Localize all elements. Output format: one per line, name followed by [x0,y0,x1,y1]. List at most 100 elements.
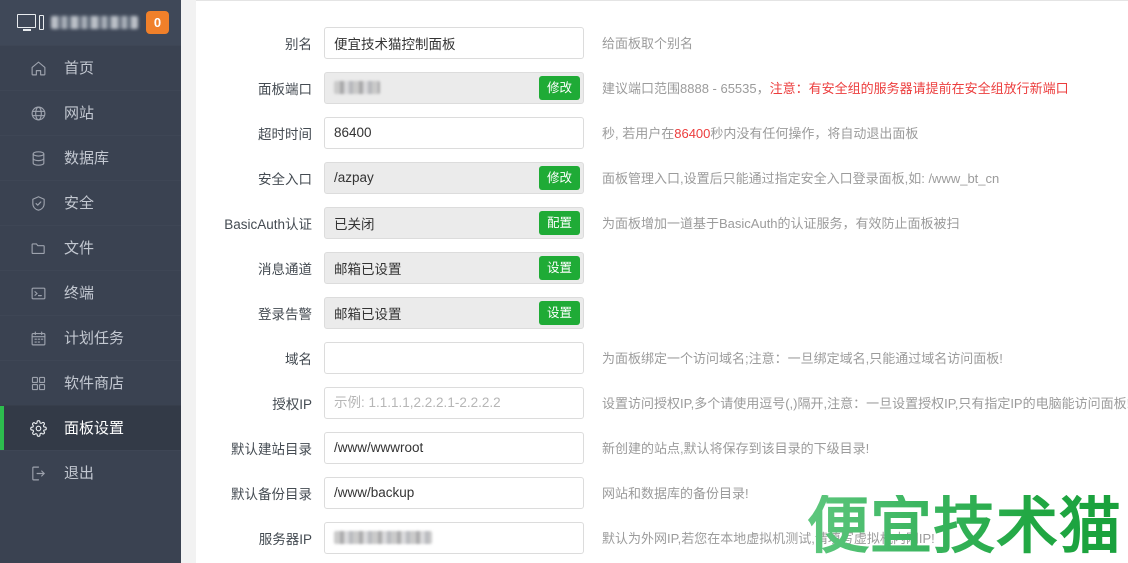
row-help: 秒, 若用户在86400秒内没有任何操作，将自动退出面板 [602,123,918,142]
form-row-message-channel: 消息通道 设置 [196,245,1128,290]
row-help: 建议端口范围8888 - 65535，注意：有安全组的服务器请提前在安全组放行新… [602,78,1069,97]
form-row-server-ip: 服务器IP 默认为外网IP,若您在本地虚拟机测试,请填写虚拟机内网IP! [196,515,1128,560]
monitor-icon [17,13,45,33]
grid-icon [30,375,52,392]
field-wrap [324,476,584,509]
row-label: 消息通道 [258,261,312,277]
row-help: 设置访问授权IP,多个请使用逗号(,)隔开,注意：一旦设置授权IP,只有指定IP… [602,393,1128,412]
row-label: 面板端口 [258,81,312,97]
row-help: 面板管理入口,设置后只能通过指定安全入口登录面板,如: /www_bt_cn [602,168,999,187]
row-label: 服务器IP [258,531,312,547]
form-row-basicauth: BasicAuth认证 配置 为面板增加一道基于BasicAuth的认证服务，有… [196,200,1128,245]
panel-settings-form: 别名 给面板取个别名 面板端口 修改 建议端口范围8888 - 65535，注意… [196,1,1128,560]
sidebar-item-label: 终端 [64,284,95,302]
row-label: 默认建站目录 [231,441,312,457]
field-wrap [324,521,584,554]
settings-content: 别名 给面板取个别名 面板端口 修改 建议端口范围8888 - 65535，注意… [196,0,1128,563]
form-row-default-site-dir: 默认建站目录 新创建的站点,默认将保存到该目录的下级目录! [196,425,1128,470]
row-label: 授权IP [272,396,312,412]
sidebar-item-label: 退出 [64,464,95,482]
sidebar: 0 首页 网站 数据库 安全 文件 终端 计划任务 软件商店 面板设置 退出 [0,0,181,563]
row-label: 安全入口 [258,171,312,187]
sidebar-item-security[interactable]: 安全 [0,180,181,225]
form-row-default-backup-dir: 默认备份目录 网站和数据库的备份目录! [196,470,1128,515]
login-alert-setting-button[interactable]: 设置 [538,300,580,325]
row-label: BasicAuth认证 [224,216,312,232]
help-text: 新创建的站点,默认将保存到该目录的下级目录! [602,441,870,456]
help-text-tail: 秒内没有任何操作，将自动退出面板 [710,126,919,141]
sidebar-item-files[interactable]: 文件 [0,225,181,270]
safe-entrance-modify-button[interactable]: 修改 [538,165,580,190]
row-label: 域名 [285,351,312,367]
form-row-alias: 别名 给面板取个别名 [196,20,1128,65]
sidebar-item-label: 网站 [64,104,95,122]
sidebar-item-label: 数据库 [64,149,110,167]
sidebar-item-label: 计划任务 [64,329,125,347]
calendar-icon [30,330,52,347]
sidebar-item-cron[interactable]: 计划任务 [0,315,181,360]
help-text: 为面板增加一道基于BasicAuth的认证服务，有效防止面板被扫 [602,216,960,231]
row-help: 为面板增加一道基于BasicAuth的认证服务，有效防止面板被扫 [602,213,960,232]
sidebar-item-database[interactable]: 数据库 [0,135,181,180]
panel-port-modify-button[interactable]: 修改 [538,75,580,100]
timeout-input[interactable] [324,116,584,149]
folder-icon [30,240,52,257]
sidebar-item-label: 文件 [64,239,95,257]
globe-icon [30,105,52,122]
help-text: 给面板取个别名 [602,36,694,51]
sidebar-content-gap [181,0,196,563]
help-text: 默认为外网IP,若您在本地虚拟机测试,请填写虚拟机内网IP! [602,531,935,546]
help-text-highlight: 86400 [674,126,711,141]
row-label: 登录告警 [258,306,312,322]
help-text: 秒, 若用户在 [602,126,675,141]
field-wrap: 设置 [324,296,584,329]
sidebar-item-label: 安全 [64,194,95,212]
row-help: 默认为外网IP,若您在本地虚拟机测试,请填写虚拟机内网IP! [602,528,935,547]
field-wrap [324,431,584,464]
form-row-timeout: 超时时间 秒, 若用户在86400秒内没有任何操作，将自动退出面板 [196,110,1128,155]
row-help: 新创建的站点,默认将保存到该目录的下级目录! [602,438,869,457]
form-row-safe-entrance: 安全入口 修改 面板管理入口,设置后只能通过指定安全入口登录面板,如: /www… [196,155,1128,200]
field-wrap [324,116,584,149]
sidebar-item-website[interactable]: 网站 [0,90,181,135]
row-help: 为面板绑定一个访问域名;注意：一旦绑定域名,只能通过域名访问面板! [602,348,1003,367]
gear-icon [30,419,52,437]
basicauth-configure-button[interactable]: 配置 [538,210,580,235]
field-wrap: 配置 [324,206,584,239]
sidebar-header: 0 [0,0,181,45]
sidebar-item-home[interactable]: 首页 [0,45,181,90]
form-row-authorized-ip: 授权IP 设置访问授权IP,多个请使用逗号(,)隔开,注意：一旦设置授权IP,只… [196,380,1128,425]
sidebar-menu: 首页 网站 数据库 安全 文件 终端 计划任务 软件商店 面板设置 退出 [0,45,181,495]
shield-icon [30,195,52,212]
form-row-panel-port: 面板端口 修改 建议端口范围8888 - 65535，注意：有安全组的服务器请提… [196,65,1128,110]
server-ip-redacted [334,530,432,544]
field-wrap [324,386,584,419]
row-label: 默认备份目录 [231,486,312,502]
form-row-domain: 域名 为面板绑定一个访问域名;注意：一旦绑定域名,只能通过域名访问面板! [196,335,1128,380]
sidebar-item-panel-settings[interactable]: 面板设置 [0,405,181,450]
sidebar-item-label: 面板设置 [64,419,125,437]
notification-badge[interactable]: 0 [146,11,169,34]
default-site-dir-input[interactable] [324,431,584,464]
alias-input[interactable] [324,26,584,59]
sidebar-item-terminal[interactable]: 终端 [0,270,181,315]
domain-input[interactable] [324,341,584,374]
message-channel-setting-button[interactable]: 设置 [538,255,580,280]
sidebar-item-app-store[interactable]: 软件商店 [0,360,181,405]
help-text-warning: 注意：有安全组的服务器请提前在安全组放行新端口 [769,81,1069,96]
field-wrap: 设置 [324,251,584,284]
field-wrap: 修改 [324,161,584,194]
terminal-icon [30,285,52,302]
form-row-login-alert: 登录告警 设置 [196,290,1128,335]
sidebar-item-logout[interactable]: 退出 [0,450,181,495]
field-wrap [324,26,584,59]
logout-icon [30,465,52,482]
field-wrap: 修改 [324,71,584,104]
help-text: 面板管理入口,设置后只能通过指定安全入口登录面板,如: /www_bt_cn [602,171,1000,186]
row-label: 超时时间 [258,126,312,142]
authorized-ip-input[interactable] [324,386,584,419]
row-help: 网站和数据库的备份目录! [602,483,749,502]
default-backup-dir-input[interactable] [324,476,584,509]
panel-port-redacted [334,80,380,94]
sidebar-item-label: 软件商店 [64,374,125,392]
